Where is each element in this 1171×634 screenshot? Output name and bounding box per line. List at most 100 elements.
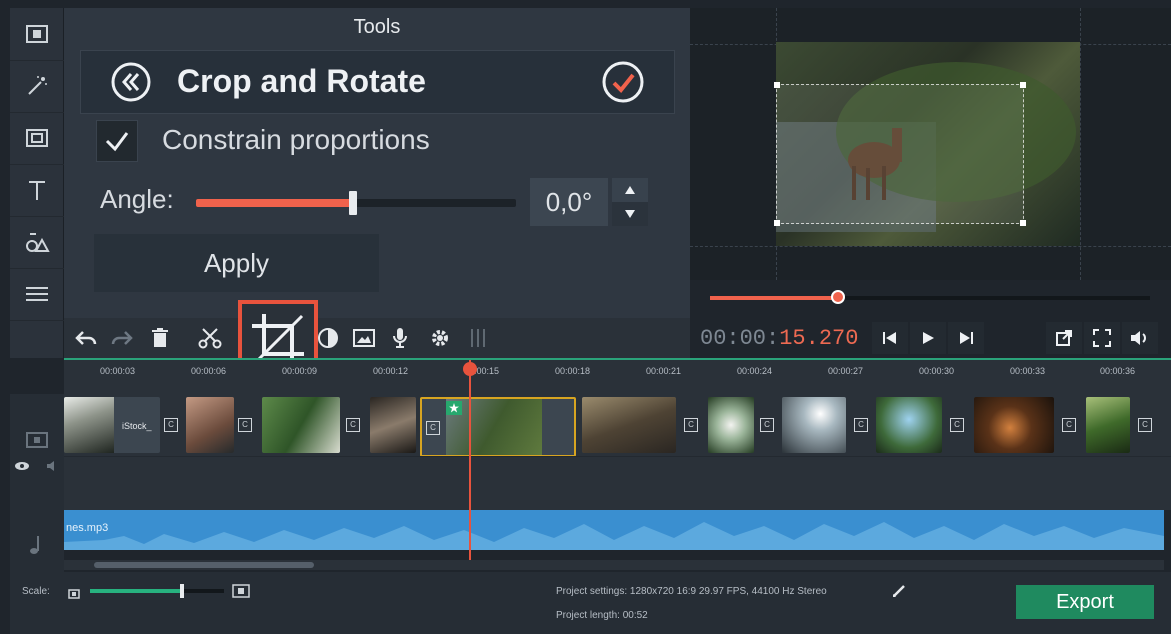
timecode-display: 00:00:15.270 [700,326,858,351]
crop-handle[interactable] [774,220,780,226]
transition-icon[interactable]: C [164,418,178,432]
confirm-check-button[interactable] [601,60,645,109]
timecode-seconds: 15.270 [779,326,859,351]
timeline-ruler[interactable]: 00:00:03 00:00:06 00:00:09 00:00:12 00:0… [64,358,1171,394]
crop-handle[interactable] [1020,220,1026,226]
clip-thumbnail [1086,397,1130,453]
clip-thumbnail [876,397,942,453]
clip-deer-selected[interactable]: C [420,397,576,457]
playhead-line[interactable] [469,360,471,560]
titles-icon[interactable] [10,164,64,217]
clip-fox[interactable] [974,397,1054,453]
transition-icon[interactable]: C [1062,418,1076,432]
angle-up-button[interactable] [612,178,648,202]
transition-icon[interactable]: C [854,418,868,432]
more-tools-icon[interactable] [10,268,64,321]
clip-hands[interactable] [186,397,234,453]
playhead-handle[interactable] [463,362,477,376]
tools-panel: Tools Crop and Rotate Constrain proporti… [64,8,690,318]
microphone-icon[interactable] [384,322,416,354]
scale-slider-handle[interactable] [180,584,184,598]
preview-seek-handle[interactable] [831,290,845,304]
left-sidebar [10,8,64,358]
zoom-out-icon[interactable] [68,586,80,604]
skip-back-icon [883,332,896,344]
clip-forest-panda[interactable] [262,397,340,453]
clip-woods[interactable] [1086,397,1130,453]
transition-icon[interactable]: C [950,418,964,432]
clip-person[interactable] [370,397,416,453]
play-button[interactable] [910,322,946,354]
export-button[interactable]: Export [1016,585,1154,619]
image-icon[interactable] [348,322,380,354]
magic-wand-icon[interactable] [10,60,64,113]
ruler-tick: 00:00:12 [373,366,409,376]
mute-icon[interactable] [46,458,60,476]
guide-line [1080,8,1081,280]
ruler-tick: 00:00:30 [919,366,955,376]
transition-icon[interactable]: C [426,421,440,435]
angle-input[interactable]: 0,0° [530,178,608,226]
music-note-icon [26,534,44,561]
edit-settings-pencil-icon[interactable] [892,584,906,603]
clip-tree-canopy[interactable] [876,397,942,453]
fullscreen-icon [1093,329,1111,347]
delete-icon[interactable] [144,322,176,354]
empty-track [64,456,1171,510]
project-settings-text: Project settings: 1280x720 16:9 29.97 FP… [556,586,827,597]
scrollbar-thumb[interactable] [94,562,314,568]
track-headers [10,394,64,572]
ruler-tick: 00:00:09 [282,366,318,376]
stickers-icon[interactable] [10,216,64,269]
audio-clip-label: nes.mp3 [66,522,109,534]
skip-forward-button[interactable] [948,322,984,354]
checkmark-icon [105,132,129,152]
zoom-in-icon[interactable] [232,584,250,603]
volume-button[interactable] [1122,322,1158,354]
clip-flowers[interactable] [708,397,754,453]
skip-back-button[interactable] [872,322,908,354]
media-import-icon[interactable] [10,8,64,61]
transition-icon[interactable]: C [238,418,252,432]
speaker-icon [1131,331,1146,345]
transition-icon[interactable]: C [346,418,360,432]
eye-icon[interactable] [14,458,30,476]
triangle-down-icon [625,210,635,218]
scale-slider-fill [90,589,182,593]
clip-thumbnail [974,397,1054,453]
constrain-proportions-checkbox[interactable] [96,120,138,162]
transition-icon[interactable]: C [1138,418,1152,432]
ruler-tick: 00:00:36 [1100,366,1136,376]
clip-waterfall[interactable] [582,397,676,453]
ruler-tick: 00:00:03 [100,366,136,376]
export-frame-button[interactable] [1046,322,1082,354]
clip-thumbnail [782,397,846,453]
constrain-proportions-label: Constrain proportions [162,124,430,155]
transition-icon[interactable]: C [760,418,774,432]
timecode-prefix: 00:00: [700,326,780,351]
crop-handle[interactable] [774,82,780,88]
clip-panda[interactable]: iStock_ [64,397,160,453]
settings-gear-icon[interactable] [424,322,456,354]
clip-thumbnail [186,397,234,453]
crop-frame[interactable] [774,82,1026,226]
clip-sunlight-forest[interactable] [782,397,846,453]
apply-button[interactable]: Apply [94,234,379,292]
crop-handle[interactable] [1020,82,1026,88]
undo-icon[interactable] [70,322,102,354]
scissors-icon[interactable] [194,322,226,354]
equalizer-icon[interactable] [462,322,494,354]
audio-clip[interactable] [64,510,1164,550]
back-button[interactable] [111,62,151,107]
timeline-scrollbar[interactable] [64,560,1164,570]
angle-down-button[interactable] [612,202,648,226]
fullscreen-button[interactable] [1084,322,1120,354]
redo-icon[interactable] [106,322,138,354]
clip-thumbnail [708,397,754,453]
angle-slider-handle[interactable] [349,191,357,215]
clip-thumbnail [370,397,416,453]
scale-label: Scale: [22,586,50,597]
angle-slider-fill [196,199,352,207]
transition-icon[interactable]: C [684,418,698,432]
transitions-icon[interactable] [10,112,64,165]
